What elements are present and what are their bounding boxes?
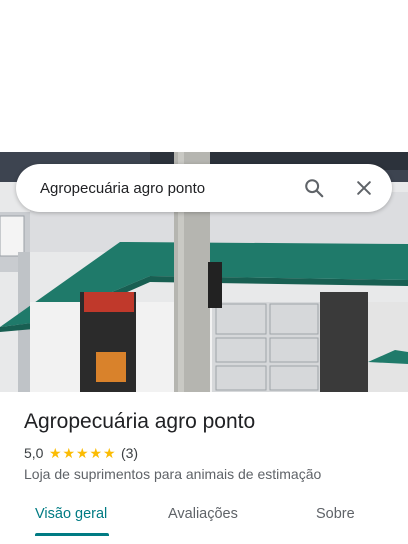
search-bar[interactable]: Agropecuária agro ponto — [16, 164, 392, 212]
tab-reviews[interactable]: Avaliações — [168, 506, 238, 522]
close-icon — [357, 181, 371, 195]
tab-bar: Visão geral Avaliações Sobre — [0, 496, 408, 536]
tab-about[interactable]: Sobre — [316, 506, 355, 522]
star-icon: ★ — [75, 445, 89, 461]
search-input[interactable]: Agropecuária agro ponto — [16, 180, 296, 197]
search-button[interactable] — [296, 170, 332, 206]
rating-row[interactable]: 5,0 ★ ★ ★ ★ ★ (3) — [24, 445, 138, 461]
place-title: Agropecuária agro ponto — [24, 410, 256, 433]
rating-value: 5,0 — [24, 445, 44, 461]
star-icon: ★ — [89, 445, 102, 461]
map-background — [0, 0, 408, 152]
star-icon: ★ — [62, 445, 75, 461]
place-category: Loja de suprimentos para animais de esti… — [24, 466, 322, 482]
active-tab-indicator — [35, 533, 109, 536]
tab-overview[interactable]: Visão geral — [35, 506, 107, 522]
star-icon: ★ — [102, 445, 116, 461]
search-icon — [305, 179, 324, 198]
star-icon: ★ — [48, 445, 62, 461]
star-rating: ★ ★ ★ ★ ★ — [48, 446, 116, 460]
place-info-panel: Agropecuária agro ponto 5,0 ★ ★ ★ ★ ★ (3… — [0, 392, 408, 544]
review-count[interactable]: (3) — [121, 445, 138, 461]
close-button[interactable] — [346, 170, 382, 206]
